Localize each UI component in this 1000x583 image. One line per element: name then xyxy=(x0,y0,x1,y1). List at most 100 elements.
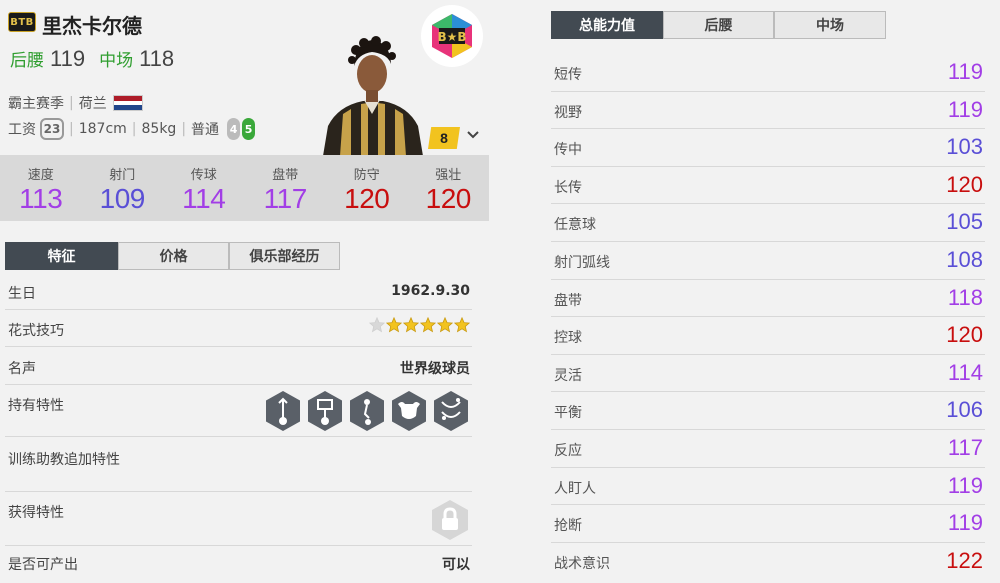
detail-stat-label: 视野 xyxy=(554,104,582,121)
detail-stat-row: 视野 119 xyxy=(551,92,985,130)
trait-dribble-icon[interactable] xyxy=(348,390,386,432)
reputation-row: 名声 世界级球员 xyxy=(5,347,472,385)
detail-stat-label: 灵活 xyxy=(554,367,582,384)
wage-label: 工资 xyxy=(8,122,36,138)
trait-long-shot-icon[interactable] xyxy=(306,390,344,432)
summary-stat-value: 120 xyxy=(425,183,472,214)
producible-value: 可以 xyxy=(442,557,470,573)
summary-stat-value: 109 xyxy=(99,183,146,214)
coach-traits-row: 训练助教追加特性 xyxy=(5,437,472,492)
club-badge[interactable]: B★B xyxy=(421,5,483,67)
detail-stat-value: 120 xyxy=(946,322,983,348)
acquired-traits-label: 获得特性 xyxy=(8,505,64,521)
detail-stat-label: 平衡 xyxy=(554,405,582,422)
strong-foot-icon: 5 xyxy=(242,118,256,140)
player-portrait xyxy=(318,36,428,156)
season-name: 霸主赛季 xyxy=(8,96,64,112)
position-value: 118 xyxy=(139,46,175,71)
summary-stat-value: 114 xyxy=(182,183,226,214)
summary-stat-value: 120 xyxy=(344,183,390,214)
chevron-down-icon[interactable] xyxy=(466,128,480,147)
summary-stat-label: 射门 xyxy=(109,168,136,183)
detail-stat-value: 114 xyxy=(947,359,983,385)
detail-stat-row: 任意球 105 xyxy=(551,204,985,242)
skill-moves-row: 花式技巧 xyxy=(5,310,472,347)
traits-icons xyxy=(264,390,470,432)
divider: | xyxy=(69,95,74,111)
producible-label: 是否可产出 xyxy=(8,557,78,573)
detail-stat-label: 反应 xyxy=(554,443,582,459)
tab-overall-stats[interactable]: 总能力值 xyxy=(551,11,663,39)
trait-tactics-icon[interactable] xyxy=(432,390,470,432)
right-tab-bar: 总能力值 后腰 中场 xyxy=(551,11,886,39)
summary-stat: 射门 109 xyxy=(82,155,164,221)
summary-stat: 盘带 117 xyxy=(245,155,327,221)
summary-stat-label: 速度 xyxy=(27,168,54,183)
divider: | xyxy=(69,121,74,137)
detail-stat-value: 106 xyxy=(946,397,983,423)
star-filled-icon xyxy=(419,316,437,337)
star-filled-icon xyxy=(385,316,403,337)
detail-stat-row: 灵活 114 xyxy=(551,355,985,393)
detail-stat-label: 抢断 xyxy=(554,518,582,535)
position-label: 后腰 xyxy=(10,51,44,71)
trait-long-pass-icon[interactable] xyxy=(264,390,302,432)
detail-stat-value: 120 xyxy=(946,171,983,197)
lock-icon xyxy=(430,499,470,545)
reputation-value: 世界级球员 xyxy=(400,361,470,377)
weight-value: 85kg xyxy=(141,121,177,137)
detail-stat-row: 盘带 118 xyxy=(551,280,985,318)
detail-stat-value: 119 xyxy=(947,510,983,536)
detail-stat-row: 反应 117 xyxy=(551,430,985,468)
summary-stat: 速度 113 xyxy=(0,155,82,221)
traits-label: 持有特性 xyxy=(8,398,64,414)
detail-stat-value: 118 xyxy=(947,284,983,310)
detail-stat-row: 射门弧线 108 xyxy=(551,242,985,280)
tab-cdm-stats[interactable]: 后腰 xyxy=(663,11,774,39)
detail-stat-label: 人盯人 xyxy=(554,480,596,497)
producible-row: 是否可产出 可以 xyxy=(5,546,472,583)
summary-stat: 防守 120 xyxy=(326,155,408,221)
player-name: 里杰卡尔德 xyxy=(42,14,142,38)
detail-stat-label: 长传 xyxy=(554,179,582,196)
summary-stat: 强壮 120 xyxy=(408,155,490,221)
detail-stat-label: 射门弧线 xyxy=(554,255,610,271)
detail-stat-value: 108 xyxy=(946,247,983,272)
upgrade-level-badge[interactable]: 8 xyxy=(428,127,460,149)
star-filled-icon xyxy=(402,316,420,337)
summary-stat-label: 盘带 xyxy=(272,168,299,183)
skill-moves-label: 花式技巧 xyxy=(8,323,64,339)
birthday-value: 1962.9.30 xyxy=(391,283,470,299)
tab-price[interactable]: 价格 xyxy=(118,242,229,270)
detail-stat-label: 短传 xyxy=(554,67,582,83)
detail-stat-label: 任意球 xyxy=(554,217,596,234)
netherlands-flag-icon xyxy=(112,95,143,111)
wage-badge: 23 xyxy=(40,118,64,140)
detail-stat-row: 长传 120 xyxy=(551,167,985,205)
star-empty-icon xyxy=(368,316,386,337)
nation-name: 荷兰 xyxy=(78,96,107,112)
detail-stat-label: 传中 xyxy=(554,142,582,159)
summary-stat-value: 113 xyxy=(19,183,63,214)
traits-row: 持有特性 xyxy=(5,385,472,437)
detail-stat-value: 119 xyxy=(947,59,983,84)
reputation-label: 名声 xyxy=(8,361,36,377)
summary-stat-label: 防守 xyxy=(353,168,380,183)
height-value: 187cm xyxy=(78,121,127,137)
detail-stat-row: 短传 119 xyxy=(551,54,985,92)
club-logo-icon: B★B xyxy=(432,14,472,58)
coach-traits-label: 训练助教追加特性 xyxy=(8,452,120,468)
trait-bull-icon[interactable] xyxy=(390,390,428,432)
tab-traits[interactable]: 特征 xyxy=(5,242,118,270)
tab-cm-stats[interactable]: 中场 xyxy=(774,11,886,39)
birthday-row: 生日 1962.9.30 xyxy=(5,272,472,310)
summary-stat: 传球 114 xyxy=(163,155,245,221)
body-type: 普通 xyxy=(191,122,220,138)
summary-stats: 速度 113 射门 109 传球 114 盘带 117 防守 120 强壮 120 xyxy=(0,155,489,221)
summary-stat-label: 强壮 xyxy=(435,168,462,183)
tab-club-history[interactable]: 俱乐部经历 xyxy=(229,242,340,270)
detail-stat-value: 119 xyxy=(947,472,983,498)
detail-stat-value: 103 xyxy=(946,134,983,160)
detail-stat-value: 122 xyxy=(946,547,983,573)
season-badge: BTB xyxy=(8,12,36,32)
